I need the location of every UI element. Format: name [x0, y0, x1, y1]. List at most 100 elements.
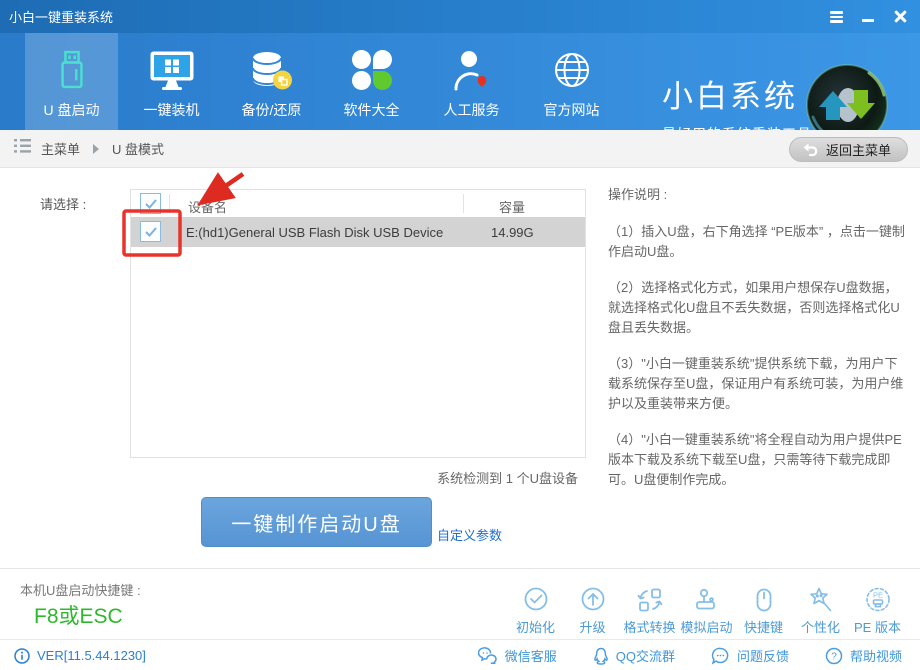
tool-label: 快捷键: [744, 617, 783, 636]
main-nav: U 盘启动 一键装机: [0, 33, 920, 130]
brand-name: 小白系统: [662, 71, 812, 116]
hotkey-value: F8或ESC: [34, 600, 123, 630]
device-row-checkbox[interactable]: [140, 221, 161, 242]
globe-icon: [552, 47, 592, 93]
tool-upgrade[interactable]: 升级: [564, 586, 621, 636]
upgrade-arrow-icon: [579, 586, 607, 614]
tool-label: 模拟启动: [680, 617, 732, 636]
return-arrow-icon: [802, 142, 819, 157]
nav-tab-one-key-install[interactable]: 一键装机: [125, 33, 218, 130]
footer-link-label: QQ交流群: [616, 646, 675, 665]
custom-params-link[interactable]: 自定义参数: [437, 525, 502, 544]
feedback-link[interactable]: 问题反馈: [711, 646, 789, 665]
info-icon: [14, 648, 30, 664]
nav-tab-backup-restore[interactable]: 备份/还原: [225, 33, 318, 130]
qq-icon: [593, 647, 609, 665]
list-icon: [14, 139, 31, 158]
support-person-icon: [452, 47, 492, 93]
tool-simulate-boot[interactable]: 模拟启动: [678, 586, 735, 636]
breadcrumb: 主菜单 U 盘模式 返回主菜单: [0, 130, 920, 168]
main-content: 请选择 : 设备名 容量 E:(hd1)General USB Flash Di…: [0, 168, 920, 568]
select-label: 请选择 :: [40, 194, 86, 213]
instructions-title: 操作说明 :: [608, 185, 910, 205]
tool-hotkeys[interactable]: 快捷键: [735, 586, 792, 636]
nav-tab-label: U 盘启动: [44, 100, 100, 120]
usb-drive-icon: [56, 47, 88, 93]
nav-tab-website[interactable]: 官方网站: [525, 33, 618, 130]
qq-group-link[interactable]: QQ交流群: [593, 646, 675, 665]
wechat-icon: [478, 647, 498, 664]
tool-format-convert[interactable]: 格式转换: [621, 586, 678, 636]
footer-links: 微信客服 QQ交流群 问题反馈: [478, 646, 902, 665]
footer-link-label: 帮助视频: [850, 646, 902, 665]
make-boot-usb-button[interactable]: 一键制作启动U盘: [201, 497, 432, 547]
pe-version-icon: PE: [864, 586, 892, 614]
nav-tab-label: 官方网站: [544, 100, 600, 120]
back-button-label: 返回主菜单: [826, 140, 891, 159]
column-divider: [169, 194, 170, 213]
version-text: VER[11.5.44.1230]: [37, 648, 146, 663]
nav-tab-software[interactable]: 软件大全: [325, 33, 418, 130]
close-icon[interactable]: [893, 10, 908, 23]
svg-text:?: ?: [831, 651, 837, 662]
monitor-icon: [149, 47, 195, 93]
select-all-checkbox[interactable]: [140, 193, 161, 214]
breadcrumb-root[interactable]: 主菜单: [41, 139, 80, 158]
tool-pe-version[interactable]: PE PE 版本: [849, 586, 906, 636]
app-window: 小白一键重装系统 U 盘启动: [0, 0, 920, 670]
help-question-icon: ?: [825, 647, 843, 665]
nav-tab-support[interactable]: 人工服务: [425, 33, 518, 130]
help-video-link[interactable]: ? 帮助视频: [825, 646, 902, 665]
init-check-circle-icon: [522, 586, 550, 614]
breadcrumb-arrow-icon: [93, 144, 99, 154]
footer-link-label: 问题反馈: [737, 646, 789, 665]
format-convert-icon: [636, 586, 664, 614]
tool-label: 初始化: [516, 617, 555, 636]
minimize-icon[interactable]: [861, 10, 876, 23]
nav-tab-label: 一键装机: [144, 100, 200, 120]
nav-tab-label: 备份/还原: [242, 100, 302, 120]
menu-icon[interactable]: [829, 10, 844, 23]
nav-tab-usb-boot[interactable]: U 盘启动: [25, 33, 118, 130]
window-title: 小白一键重装系统: [9, 7, 113, 26]
instruction-step: （1）插入U盘，右下角选择 “PE版本” ，点击一键制作启动U盘。: [608, 222, 910, 262]
tool-label: 个性化: [801, 617, 840, 636]
footer: 本机U盘启动快捷键 : F8或ESC 初始化 升级: [0, 568, 920, 670]
nav-tab-label: 人工服务: [444, 100, 500, 120]
breadcrumb-current: U 盘模式: [112, 139, 164, 158]
tool-label: 升级: [579, 617, 605, 636]
back-to-main-menu-button[interactable]: 返回主菜单: [789, 137, 908, 162]
svg-text:PE: PE: [872, 591, 882, 600]
device-capacity-cell: 14.99G: [491, 225, 534, 240]
bottom-bar: VER[11.5.44.1230] 微信客服 QQ交流群: [0, 639, 920, 670]
title-bar: 小白一键重装系统: [0, 0, 920, 33]
column-divider: [463, 194, 464, 213]
feedback-bubble-icon: [711, 647, 730, 665]
mouse-icon: [750, 586, 778, 614]
tools-row: 初始化 升级 格式转换 模拟: [507, 586, 906, 636]
simulate-boot-joystick-icon: [693, 586, 721, 614]
column-header-device-name: 设备名: [188, 197, 227, 216]
personalize-star-icon: [807, 586, 835, 614]
nav-tab-label: 软件大全: [344, 100, 400, 120]
tool-label: 格式转换: [623, 617, 675, 636]
version-block: VER[11.5.44.1230]: [14, 648, 146, 664]
detect-status-text: 系统检测到 1 个U盘设备: [300, 468, 578, 487]
software-clover-icon: [352, 47, 392, 93]
tool-label: PE 版本: [854, 617, 901, 636]
instruction-step: （4）"小白一键重装系统"将全程自动为用户提供PE版本下载及系统下载至U盘，只需…: [608, 430, 910, 490]
footer-link-label: 微信客服: [505, 646, 557, 665]
device-table-header: 设备名 容量: [131, 190, 585, 217]
device-name-cell: E:(hd1)General USB Flash Disk USB Device: [186, 225, 443, 240]
device-row[interactable]: E:(hd1)General USB Flash Disk USB Device…: [131, 217, 585, 247]
backup-restore-icon: [250, 47, 293, 93]
instructions-panel: 操作说明 : （1）插入U盘，右下角选择 “PE版本” ，点击一键制作启动U盘。…: [608, 185, 910, 506]
device-table: 设备名 容量 E:(hd1)General USB Flash Disk USB…: [130, 189, 586, 458]
wechat-support-link[interactable]: 微信客服: [478, 646, 557, 665]
column-header-capacity: 容量: [499, 197, 525, 216]
instruction-step: （2）选择格式化方式，如果用户想保存U盘数据，就选择格式化U盘且不丢失数据，否则…: [608, 278, 910, 338]
tool-initialize[interactable]: 初始化: [507, 586, 564, 636]
tool-personalize[interactable]: 个性化: [792, 586, 849, 636]
instruction-step: （3）"小白一键重装系统"提供系统下载，为用户下载系统保存至U盘，保证用户有系统…: [608, 354, 910, 414]
hotkey-label: 本机U盘启动快捷键 :: [20, 580, 141, 599]
